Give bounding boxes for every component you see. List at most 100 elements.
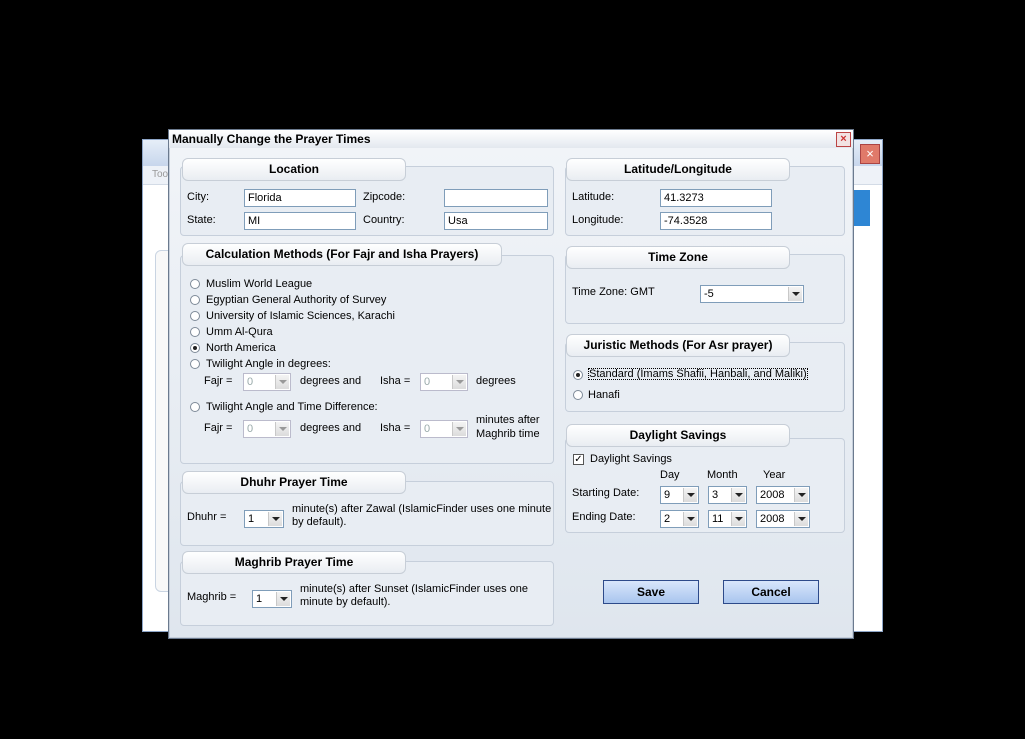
chevron-down-icon xyxy=(275,422,289,436)
option-standard[interactable]: Standard (Imams Shafii, Hanbali, and Mal… xyxy=(588,368,808,380)
start-month-select[interactable]: 3 xyxy=(708,486,747,504)
radio-umm-al-qura[interactable] xyxy=(190,327,200,337)
dialog-title: Manually Change the Prayer Times xyxy=(172,132,371,146)
zipcode-label: Zipcode: xyxy=(363,191,406,203)
longitude-input[interactable]: -74.3528 xyxy=(660,212,772,230)
save-button[interactable]: Save xyxy=(603,580,699,604)
zipcode-input[interactable] xyxy=(444,189,548,207)
country-input[interactable]: Usa xyxy=(444,212,548,230)
option-karachi[interactable]: University of Islamic Sciences, Karachi xyxy=(206,310,395,322)
latitude-label: Latitude: xyxy=(572,191,615,203)
end-month-select[interactable]: 11 xyxy=(708,510,747,528)
option-hanafi[interactable]: Hanafi xyxy=(588,389,620,401)
timezone-title: Time Zone xyxy=(566,246,790,269)
radio-egyptian[interactable] xyxy=(190,295,200,305)
timediff-isha-value: 0 xyxy=(424,423,431,435)
option-twilight-angle[interactable]: Twilight Angle in degrees: xyxy=(206,358,331,370)
start-month-value: 3 xyxy=(712,489,719,501)
maghrib-label: Maghrib = xyxy=(187,591,237,603)
chevron-down-icon xyxy=(731,488,745,502)
angle-isha-label: Isha = xyxy=(380,375,411,387)
latlon-title: Latitude/Longitude xyxy=(566,158,790,181)
option-muslim-world-league[interactable]: Muslim World League xyxy=(206,278,312,290)
chevron-down-icon xyxy=(276,592,290,606)
chevron-down-icon xyxy=(683,488,697,502)
chevron-down-icon xyxy=(683,512,697,526)
end-day-select[interactable]: 2 xyxy=(660,510,699,528)
start-day-select[interactable]: 9 xyxy=(660,486,699,504)
timediff-isha-select[interactable]: 0 xyxy=(420,420,468,438)
end-year-select[interactable]: 2008 xyxy=(756,510,810,528)
start-day-value: 9 xyxy=(664,489,671,501)
chevron-down-icon xyxy=(731,512,745,526)
start-year-select[interactable]: 2008 xyxy=(756,486,810,504)
maghrib-title: Maghrib Prayer Time xyxy=(182,551,406,574)
timezone-value: -5 xyxy=(704,288,714,300)
radio-karachi[interactable] xyxy=(190,311,200,321)
dialog-client: Location City: Florida Zipcode: State: M… xyxy=(170,148,852,637)
start-year-value: 2008 xyxy=(760,489,785,501)
calc-title: Calculation Methods (For Fajr and Isha P… xyxy=(182,243,502,266)
maghrib-note-line2: minute by default). xyxy=(300,596,391,608)
day-header: Day xyxy=(660,469,680,481)
angle-isha-select[interactable]: 0 xyxy=(420,373,468,391)
maghrib-select[interactable]: 1 xyxy=(252,590,292,608)
dhuhr-select[interactable]: 1 xyxy=(244,510,284,528)
daylight-title: Daylight Savings xyxy=(566,424,790,447)
chevron-down-icon xyxy=(794,512,808,526)
radio-north-america[interactable] xyxy=(190,343,200,353)
end-month-value: 11 xyxy=(712,513,724,525)
option-north-america[interactable]: North America xyxy=(206,342,276,354)
dialog-titlebar: Manually Change the Prayer Times × xyxy=(169,130,853,148)
state-label: State: xyxy=(187,214,216,226)
daylight-checkbox-label[interactable]: Daylight Savings xyxy=(590,453,672,465)
timediff-maghrib-time: Maghrib time xyxy=(476,428,540,440)
angle-fajr-select[interactable]: 0 xyxy=(243,373,291,391)
cancel-button[interactable]: Cancel xyxy=(723,580,819,604)
option-twilight-time-difference[interactable]: Twilight Angle and Time Difference: xyxy=(206,401,378,413)
dhuhr-label: Dhuhr = xyxy=(187,511,227,523)
background-close-icon[interactable]: × xyxy=(860,144,880,164)
juristic-title: Juristic Methods (For Asr prayer) xyxy=(566,334,790,357)
longitude-label: Longitude: xyxy=(572,214,624,226)
radio-twilight-angle[interactable] xyxy=(190,359,200,369)
timediff-fajr-label: Fajr = xyxy=(204,422,233,434)
city-input[interactable]: Florida xyxy=(244,189,356,207)
chevron-down-icon xyxy=(268,512,282,526)
angle-fajr-value: 0 xyxy=(247,376,254,388)
maghrib-note-line1: minute(s) after Sunset (IslamicFinder us… xyxy=(300,583,529,595)
angle-degrees: degrees xyxy=(476,375,516,387)
prayer-times-dialog: Manually Change the Prayer Times × Locat… xyxy=(168,129,854,639)
angle-degrees-and: degrees and xyxy=(300,375,362,387)
maghrib-value: 1 xyxy=(256,593,263,605)
radio-twilight-time-difference[interactable] xyxy=(190,402,200,412)
dhuhr-title: Dhuhr Prayer Time xyxy=(182,471,406,494)
ending-date-label: Ending Date: xyxy=(572,511,636,523)
latitude-input[interactable]: 41.3273 xyxy=(660,189,772,207)
option-umm-al-qura[interactable]: Umm Al-Qura xyxy=(206,326,273,338)
timediff-fajr-select[interactable]: 0 xyxy=(243,420,291,438)
close-icon[interactable]: × xyxy=(836,132,851,147)
radio-standard[interactable] xyxy=(573,370,583,380)
timezone-select[interactable]: -5 xyxy=(700,285,804,303)
timediff-degrees-and: degrees and xyxy=(300,422,362,434)
timediff-fajr-value: 0 xyxy=(247,423,254,435)
state-input[interactable]: MI xyxy=(244,212,356,230)
dhuhr-note-line2: by default). xyxy=(292,516,347,528)
location-title: Location xyxy=(182,158,406,181)
dhuhr-note-line1: minute(s) after Zawal (IslamicFinder use… xyxy=(292,503,552,515)
starting-date-label: Starting Date: xyxy=(572,487,640,499)
chevron-down-icon xyxy=(275,375,289,389)
end-year-value: 2008 xyxy=(760,513,785,525)
chevron-down-icon xyxy=(452,375,466,389)
year-header: Year xyxy=(763,469,786,481)
radio-hanafi[interactable] xyxy=(573,390,583,400)
country-label: Country: xyxy=(363,214,405,226)
chevron-down-icon xyxy=(788,287,802,301)
angle-isha-value: 0 xyxy=(424,376,431,388)
daylight-checkbox[interactable]: ✓ xyxy=(573,454,584,465)
option-egyptian[interactable]: Egyptian General Authority of Survey xyxy=(206,294,386,306)
radio-muslim-world-league[interactable] xyxy=(190,279,200,289)
dhuhr-value: 1 xyxy=(248,513,255,525)
end-day-value: 2 xyxy=(664,513,671,525)
